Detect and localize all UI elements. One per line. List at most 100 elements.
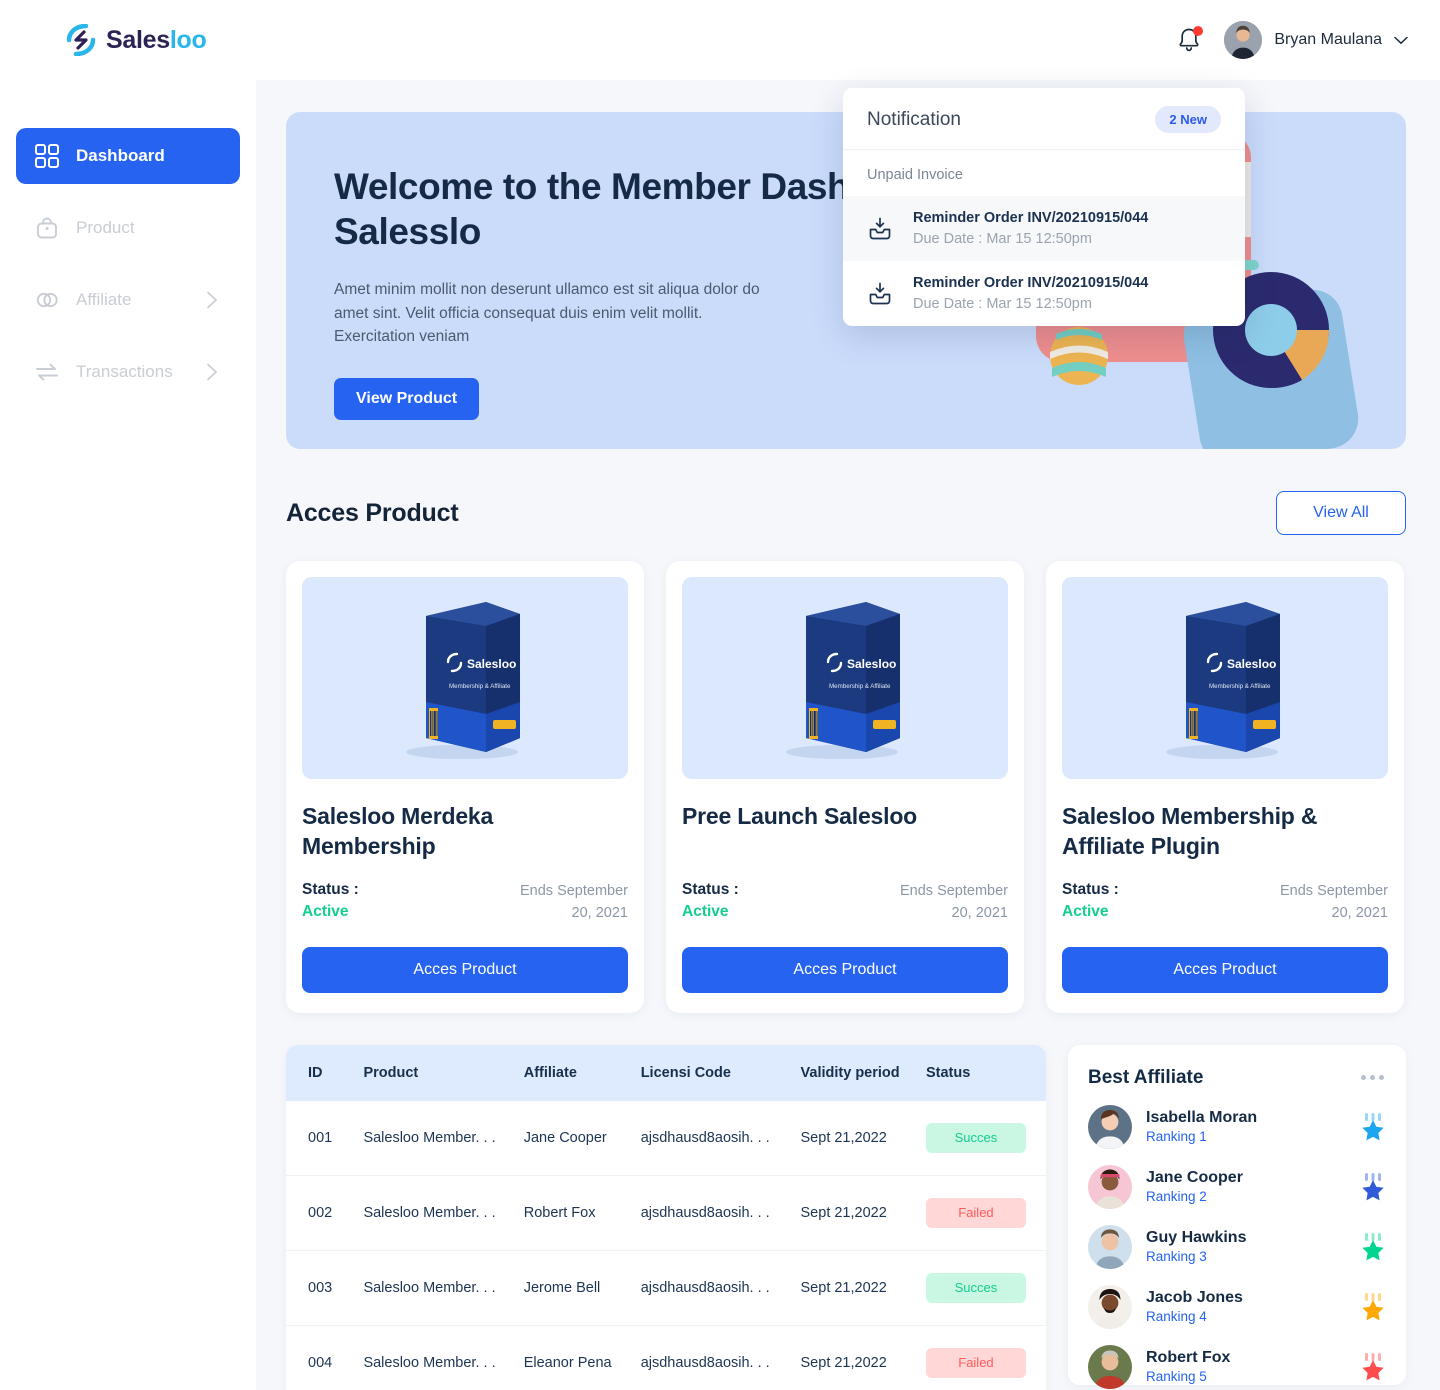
cell-license: ajsdhausd8aosih. . . bbox=[640, 1354, 770, 1371]
user-menu[interactable]: Bryan Maulana bbox=[1224, 21, 1408, 59]
list-item[interactable]: Jane Cooper Ranking 2 bbox=[1088, 1164, 1386, 1209]
notification-item[interactable]: Reminder Order INV/20210915/044 Due Date… bbox=[843, 196, 1245, 261]
list-item[interactable]: Robert Fox Ranking 5 bbox=[1088, 1344, 1386, 1389]
notification-title: Notification bbox=[867, 108, 961, 130]
welcome-description: Amet minim mollit non deserunt ullamco e… bbox=[334, 281, 760, 346]
cell-product: Salesloo Member. . . bbox=[363, 1354, 496, 1371]
bag-icon bbox=[37, 217, 57, 239]
notification-header: Notification 2 New bbox=[843, 88, 1245, 150]
more-horizontal-icon[interactable] bbox=[1359, 1069, 1386, 1086]
cell-product: Salesloo Member. . . bbox=[355, 1100, 516, 1176]
salesloo-swirl-icon bbox=[66, 24, 96, 56]
column-header-license[interactable]: Licensi Code bbox=[632, 1044, 793, 1101]
column-header-id[interactable]: ID bbox=[286, 1044, 356, 1101]
sidebar-item-label: Affiliate bbox=[76, 290, 132, 309]
section-title: Acces Product bbox=[286, 498, 459, 527]
cell-validity: Sept 21,2022 bbox=[792, 1100, 918, 1176]
best-affiliate-header: Best Affiliate bbox=[1088, 1067, 1386, 1089]
product-image: Salesloo Membership & Affiliate bbox=[302, 577, 628, 779]
affiliate-name: Jacob Jones bbox=[1146, 1289, 1243, 1306]
table-row[interactable]: 004 Salesloo Member. . . Eleanor Pena aj… bbox=[286, 1325, 1046, 1390]
list-item-text: Robert Fox Ranking 5 bbox=[1146, 1349, 1230, 1384]
list-item[interactable]: Jacob Jones Ranking 4 bbox=[1088, 1284, 1386, 1329]
view-product-button[interactable]: View Product bbox=[334, 377, 480, 420]
product-image: Salesloo Membership & Affiliate bbox=[1062, 577, 1388, 779]
license-table-card: ID Product Affiliate Licensi Code Validi… bbox=[286, 1044, 1046, 1390]
sidebar-item-affiliate[interactable]: Affiliate bbox=[16, 272, 240, 328]
affiliate-name: Robert Fox bbox=[1146, 1349, 1231, 1366]
column-header-affiliate[interactable]: Affiliate bbox=[515, 1044, 633, 1101]
product-box-icon: Salesloo Membership & Affiliate bbox=[1166, 602, 1280, 759]
product-status: Status : Active bbox=[1062, 881, 1119, 921]
column-header-product[interactable]: Product bbox=[355, 1044, 516, 1101]
acces-product-section-header: Acces Product View All bbox=[286, 491, 1406, 535]
cell-validity: Sept 21,2022 bbox=[800, 1354, 887, 1371]
product-expiry-line1: Ends September bbox=[519, 883, 628, 899]
sidebar-item-dashboard[interactable]: Dashboard bbox=[16, 128, 240, 184]
view-all-button[interactable]: View All bbox=[1276, 491, 1406, 535]
list-item[interactable]: Isabella Moran Ranking 1 bbox=[1088, 1104, 1386, 1149]
medal-star-icon bbox=[1362, 1292, 1384, 1320]
list-item-text: Guy Hawkins Ranking 3 bbox=[1146, 1229, 1246, 1264]
list-item-text: Jane Cooper Ranking 2 bbox=[1146, 1169, 1243, 1204]
table-header-row: ID Product Affiliate Licensi Code Validi… bbox=[286, 1044, 1046, 1101]
status-badge: Succes bbox=[925, 1122, 1026, 1153]
affiliate-ranking: Ranking 1 bbox=[1146, 1129, 1207, 1144]
avatar bbox=[1088, 1344, 1132, 1389]
cell-validity: Sept 21,2022 bbox=[792, 1175, 918, 1251]
table-row[interactable]: 003 Salesloo Member. . . Jerome Bell ajs… bbox=[286, 1250, 1046, 1326]
product-meta: Status : Active Ends September 20, 2021 bbox=[1062, 881, 1388, 925]
sidebar-item-transactions[interactable]: Transactions bbox=[16, 344, 240, 400]
acces-product-button[interactable]: Acces Product bbox=[302, 946, 628, 993]
sidebar-item-label: Product bbox=[76, 218, 135, 237]
medal-star-icon bbox=[1362, 1352, 1384, 1380]
affiliate-name: Guy Hawkins bbox=[1146, 1229, 1247, 1246]
cell-status: Succes bbox=[917, 1100, 1046, 1176]
brand-name-secondary: loo bbox=[169, 25, 207, 54]
table-row[interactable]: 002 Salesloo Member. . . Robert Fox ajsd… bbox=[286, 1175, 1046, 1251]
column-header-validity[interactable]: Validity period bbox=[792, 1044, 918, 1101]
table-row[interactable]: 001 Salesloo Member. . . Jane Cooper ajs… bbox=[286, 1100, 1046, 1176]
acces-product-button[interactable]: Acces Product bbox=[1062, 946, 1388, 993]
svg-text:Salesloo: Salesloo bbox=[847, 657, 896, 671]
notification-item[interactable]: Reminder Order INV/20210915/044 Due Date… bbox=[843, 261, 1245, 326]
affiliate-ranking: Ranking 4 bbox=[1146, 1309, 1207, 1324]
table-header: ID Product Affiliate Licensi Code Validi… bbox=[286, 1044, 1046, 1101]
cell-id: 003 bbox=[286, 1250, 356, 1326]
sidebar-item-label: Dashboard bbox=[76, 146, 165, 165]
product-expiry: Ends September 20, 2021 bbox=[878, 881, 1008, 925]
table-body: 001 Salesloo Member. . . Jane Cooper ajs… bbox=[286, 1100, 1046, 1390]
link-icon bbox=[36, 292, 58, 308]
cell-status: Failed bbox=[918, 1325, 1046, 1390]
notification-section-label: Unpaid Invoice bbox=[867, 167, 963, 183]
inbox-download-icon bbox=[869, 282, 891, 304]
best-affiliate-card: Best Affiliate Isabella Moran Ranking 1 bbox=[1068, 1044, 1406, 1389]
status-badge: Active bbox=[682, 903, 729, 920]
chevron-right-icon bbox=[207, 363, 218, 381]
avatar bbox=[1088, 1164, 1132, 1209]
cell-affiliate: Eleanor Pena bbox=[523, 1354, 612, 1371]
notification-dropdown: Notification 2 New Unpaid Invoice Remind… bbox=[843, 88, 1245, 326]
cell-affiliate: Robert Fox bbox=[515, 1175, 633, 1251]
cell-product: Salesloo Member. . . bbox=[355, 1175, 516, 1251]
product-expiry-line2: 20, 2021 bbox=[571, 904, 628, 921]
product-box-icon: Salesloo Membership & Affiliate bbox=[406, 602, 520, 759]
notifications-button[interactable] bbox=[1176, 26, 1204, 54]
sidebar-item-product[interactable]: Product bbox=[16, 200, 240, 256]
transfer-icon bbox=[36, 363, 58, 381]
acces-product-button[interactable]: Acces Product bbox=[682, 946, 1008, 993]
brand-logo[interactable]: Salesloo bbox=[66, 24, 207, 56]
list-item[interactable]: Guy Hawkins Ranking 3 bbox=[1088, 1224, 1386, 1269]
dashboard-page: Salesloo Bryan Maulana Dashboard Product… bbox=[0, 0, 1440, 1390]
product-status: Status : Active bbox=[302, 881, 359, 921]
cell-license: ajsdhausd8aosih. . . bbox=[632, 1250, 793, 1326]
cell-status: Failed bbox=[917, 1175, 1046, 1251]
affiliate-name: Jane Cooper bbox=[1146, 1169, 1243, 1186]
product-image: Salesloo Membership & Affiliate bbox=[682, 577, 1008, 779]
cell-id: 001 bbox=[286, 1100, 356, 1176]
affiliate-ranking: Ranking 2 bbox=[1146, 1189, 1207, 1204]
status-badge: Succes bbox=[925, 1272, 1026, 1303]
column-header-status[interactable]: Status bbox=[917, 1044, 1046, 1101]
product-card: Salesloo Membership & Affiliate Salesloo… bbox=[286, 561, 644, 1013]
chevron-right-icon bbox=[207, 291, 218, 309]
